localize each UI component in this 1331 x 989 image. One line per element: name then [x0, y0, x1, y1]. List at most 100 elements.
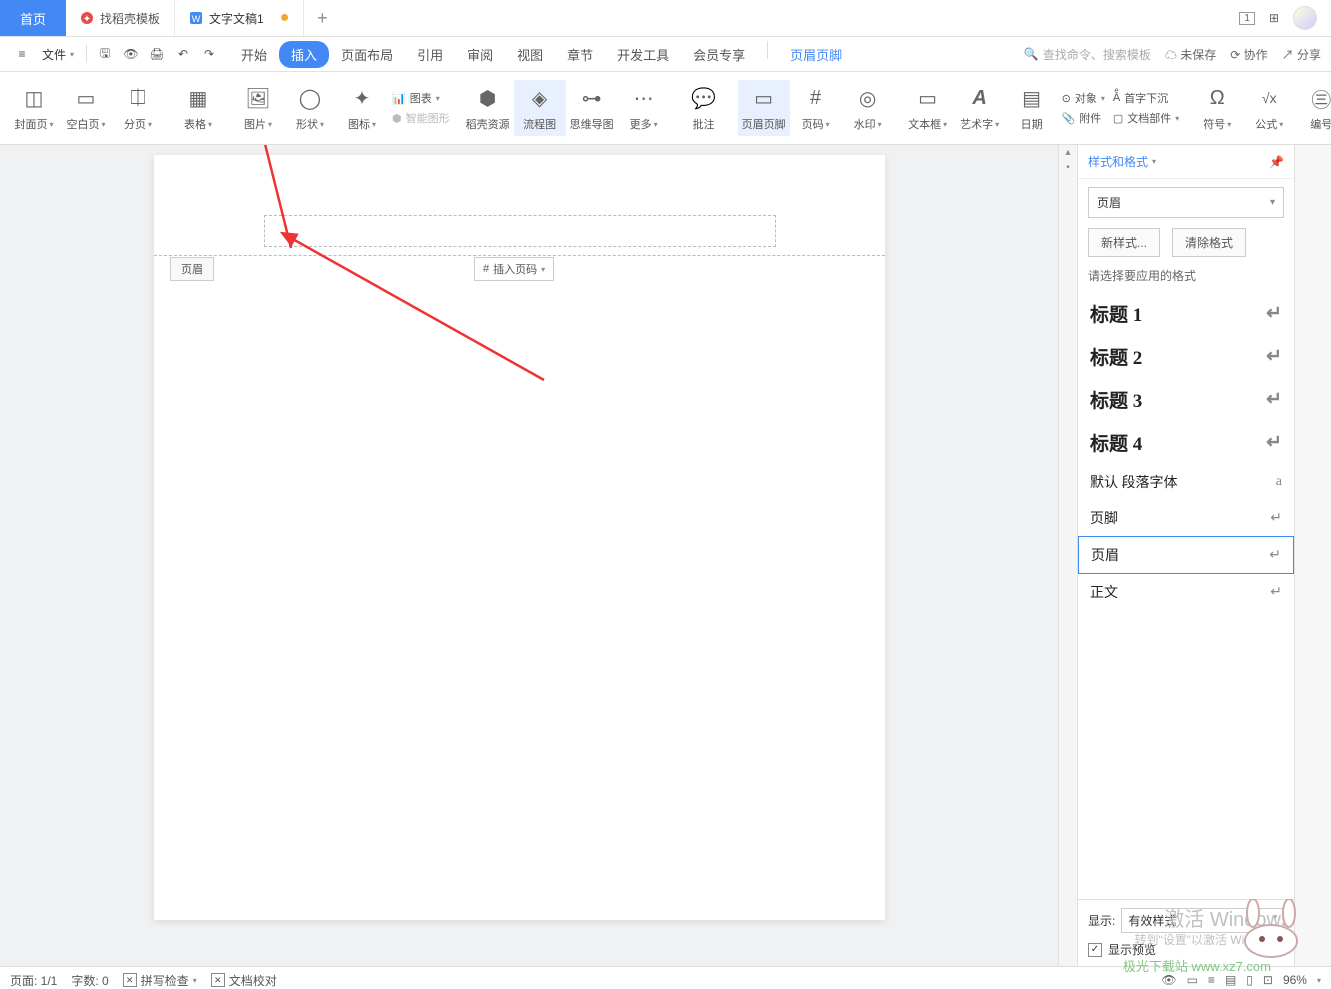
current-style-value: 页眉 [1097, 194, 1121, 211]
view-web-icon[interactable]: ▤ [1225, 973, 1236, 987]
print-preview-icon[interactable]: 👁 [119, 42, 143, 66]
ribbon-number[interactable]: ㊂编号 [1295, 80, 1331, 136]
ribbon-textbox[interactable]: ▭文本框▾ [902, 80, 954, 136]
pin-icon[interactable]: 📌 [1269, 155, 1284, 169]
ribbon-pagebreak[interactable]: ⎅分页▾ [112, 80, 164, 136]
textbox-icon: ▭ [914, 84, 942, 112]
ribbon-smartart[interactable]: ⬢ 智能图形 [392, 110, 450, 126]
file-menu[interactable]: 文件 ▾ [36, 46, 80, 63]
show-filter-select[interactable]: 有效样式 ▾ [1121, 908, 1284, 933]
style-item-label: 正文 [1090, 582, 1118, 602]
status-words[interactable]: 字数: 0 [71, 972, 108, 989]
view-outline-icon[interactable]: ≡ [1208, 973, 1215, 987]
status-proof[interactable]: ✕ 文档校对 [211, 972, 277, 989]
ribbon-dropcap-group: Aͤ 首字下沉 ▢ 文档部件 ▾ [1109, 90, 1183, 126]
tab-templates[interactable]: ✦ 找稻壳模板 [66, 0, 175, 36]
view-read-icon[interactable]: ▯ [1246, 973, 1253, 987]
search-box[interactable]: 🔍 查找命令、搜索模板 [1024, 46, 1151, 63]
tab-view[interactable]: 视图 [505, 41, 555, 68]
style-item[interactable]: 标题 3↵ [1078, 378, 1294, 421]
status-spellcheck[interactable]: ✕ 拼写检查 ▾ [123, 972, 197, 989]
tab-headerfooter[interactable]: 页眉页脚 [778, 41, 854, 68]
ribbon-cover[interactable]: ◫封面页▾ [8, 80, 60, 136]
status-page[interactable]: 页面: 1/1 [10, 972, 57, 989]
tab-review[interactable]: 审阅 [455, 41, 505, 68]
ribbon-chart[interactable]: 📊 图表 ▾ [392, 90, 450, 106]
vertical-scrollbar[interactable]: ▴ • [1058, 145, 1077, 966]
ribbon-icon-btn[interactable]: ✦图标▾ [336, 80, 388, 136]
clear-format-button[interactable]: 清除格式 [1172, 228, 1246, 257]
ribbon-headerfooter[interactable]: ▭页眉页脚 [738, 80, 790, 136]
ribbon-dropcap[interactable]: Aͤ 首字下沉 [1113, 90, 1179, 106]
grid-icon[interactable]: ⊞ [1269, 11, 1279, 25]
redo-icon[interactable]: ↷ [197, 42, 221, 66]
ribbon-attachment[interactable]: 📎 附件 [1062, 110, 1105, 126]
zoom-fit-icon[interactable]: ⊡ [1263, 973, 1273, 987]
share-icon: ↗ [1282, 48, 1294, 62]
show-label: 显示: [1088, 912, 1115, 929]
eye-icon[interactable]: 👁 [1161, 973, 1176, 987]
document-page[interactable]: 页眉 # 插入页码 ▾ [154, 155, 885, 920]
tab-devtools[interactable]: 开发工具 [605, 41, 681, 68]
ribbon-pagenum[interactable]: #页码▾ [790, 80, 842, 136]
save-icon[interactable]: 🖫 [93, 42, 117, 66]
preview-checkbox[interactable]: ✓ [1088, 943, 1102, 957]
tab-reference[interactable]: 引用 [405, 41, 455, 68]
share-button[interactable]: ↗ 分享 [1282, 46, 1321, 63]
ribbon-table[interactable]: ▦表格▾ [172, 80, 224, 136]
tab-home[interactable]: 首页 [0, 0, 66, 36]
tab-layout[interactable]: 页面布局 [329, 41, 405, 68]
canvas[interactable]: 页眉 # 插入页码 ▾ ▴ • [0, 145, 1077, 966]
tab-member[interactable]: 会员专享 [681, 41, 757, 68]
ribbon-image[interactable]: 🖼图片▾ [232, 80, 284, 136]
return-icon: ↵ [1266, 302, 1282, 325]
unsaved-indicator[interactable]: ☁ 未保存 [1165, 46, 1216, 63]
panel-header[interactable]: 样式和格式 ▾ 📌 [1078, 145, 1294, 179]
style-item[interactable]: 标题 4↵ [1078, 421, 1294, 464]
style-item-label: 标题 2 [1090, 343, 1142, 370]
collab-button[interactable]: ⟳ 协作 [1230, 46, 1267, 63]
style-item[interactable]: 标题 1↵ [1078, 292, 1294, 335]
tab-start[interactable]: 开始 [229, 41, 279, 68]
style-item[interactable]: 页眉↵ [1078, 536, 1294, 574]
ribbon-more[interactable]: ⋯更多▾ [618, 80, 670, 136]
tab-add[interactable]: + [304, 0, 340, 36]
ribbon-watermark[interactable]: ◎水印▾ [842, 80, 894, 136]
titlebar-right: 1 ⊞ [1239, 0, 1331, 36]
cover-icon: ◫ [20, 84, 48, 112]
print-icon[interactable]: 🖨 [145, 42, 169, 66]
ribbon-shape[interactable]: ◯形状▾ [284, 80, 336, 136]
ribbon-equation[interactable]: √x公式▾ [1243, 80, 1295, 136]
doc-icon: W [189, 11, 203, 25]
style-item[interactable]: 正文 ↵ [1078, 574, 1294, 610]
menu-icon[interactable]: ≡ [10, 42, 34, 66]
style-item[interactable]: 标题 2↵ [1078, 335, 1294, 378]
style-item[interactable]: 默认 段落字体a [1078, 464, 1294, 500]
tab-document[interactable]: W 文字文稿1 ● [175, 0, 304, 36]
ribbon-docparts[interactable]: ▢ 文档部件 ▾ [1113, 110, 1179, 126]
tab-chapter[interactable]: 章节 [555, 41, 605, 68]
ribbon-object[interactable]: ⊙ 对象 ▾ [1062, 90, 1105, 106]
ribbon-wordart[interactable]: A艺术字▾ [954, 80, 1006, 136]
current-style-select[interactable]: 页眉 ▾ [1088, 187, 1284, 218]
style-item[interactable]: 页脚↵ [1078, 500, 1294, 536]
window-mode-icon[interactable]: 1 [1239, 12, 1255, 25]
view-page-icon[interactable]: ▭ [1187, 973, 1198, 987]
new-style-button[interactable]: 新样式... [1088, 228, 1160, 257]
side-toolbar[interactable] [1294, 145, 1331, 966]
ribbon-comment[interactable]: 💬批注 [678, 80, 730, 136]
ribbon-flowchart[interactable]: ◈流程图 [514, 80, 566, 136]
ribbon-mindmap[interactable]: ⊶思维导图 [566, 80, 618, 136]
scroll-up-icon[interactable]: ▴ [1059, 145, 1077, 160]
main: 页眉 # 插入页码 ▾ ▴ • [0, 145, 1331, 966]
ribbon-resource[interactable]: ⬢稻壳资源 [462, 80, 514, 136]
zoom-value[interactable]: 96% [1283, 973, 1307, 987]
ribbon-blank[interactable]: ▭空白页▾ [60, 80, 112, 136]
ribbon-symbol[interactable]: Ω符号▾ [1191, 80, 1243, 136]
tab-insert[interactable]: 插入 [279, 41, 329, 68]
ribbon-date[interactable]: ▤日期 [1006, 80, 1058, 136]
close-icon: ✕ [211, 973, 225, 987]
undo-icon[interactable]: ↶ [171, 42, 195, 66]
avatar[interactable] [1293, 6, 1317, 30]
return-icon: ↵ [1270, 584, 1282, 601]
